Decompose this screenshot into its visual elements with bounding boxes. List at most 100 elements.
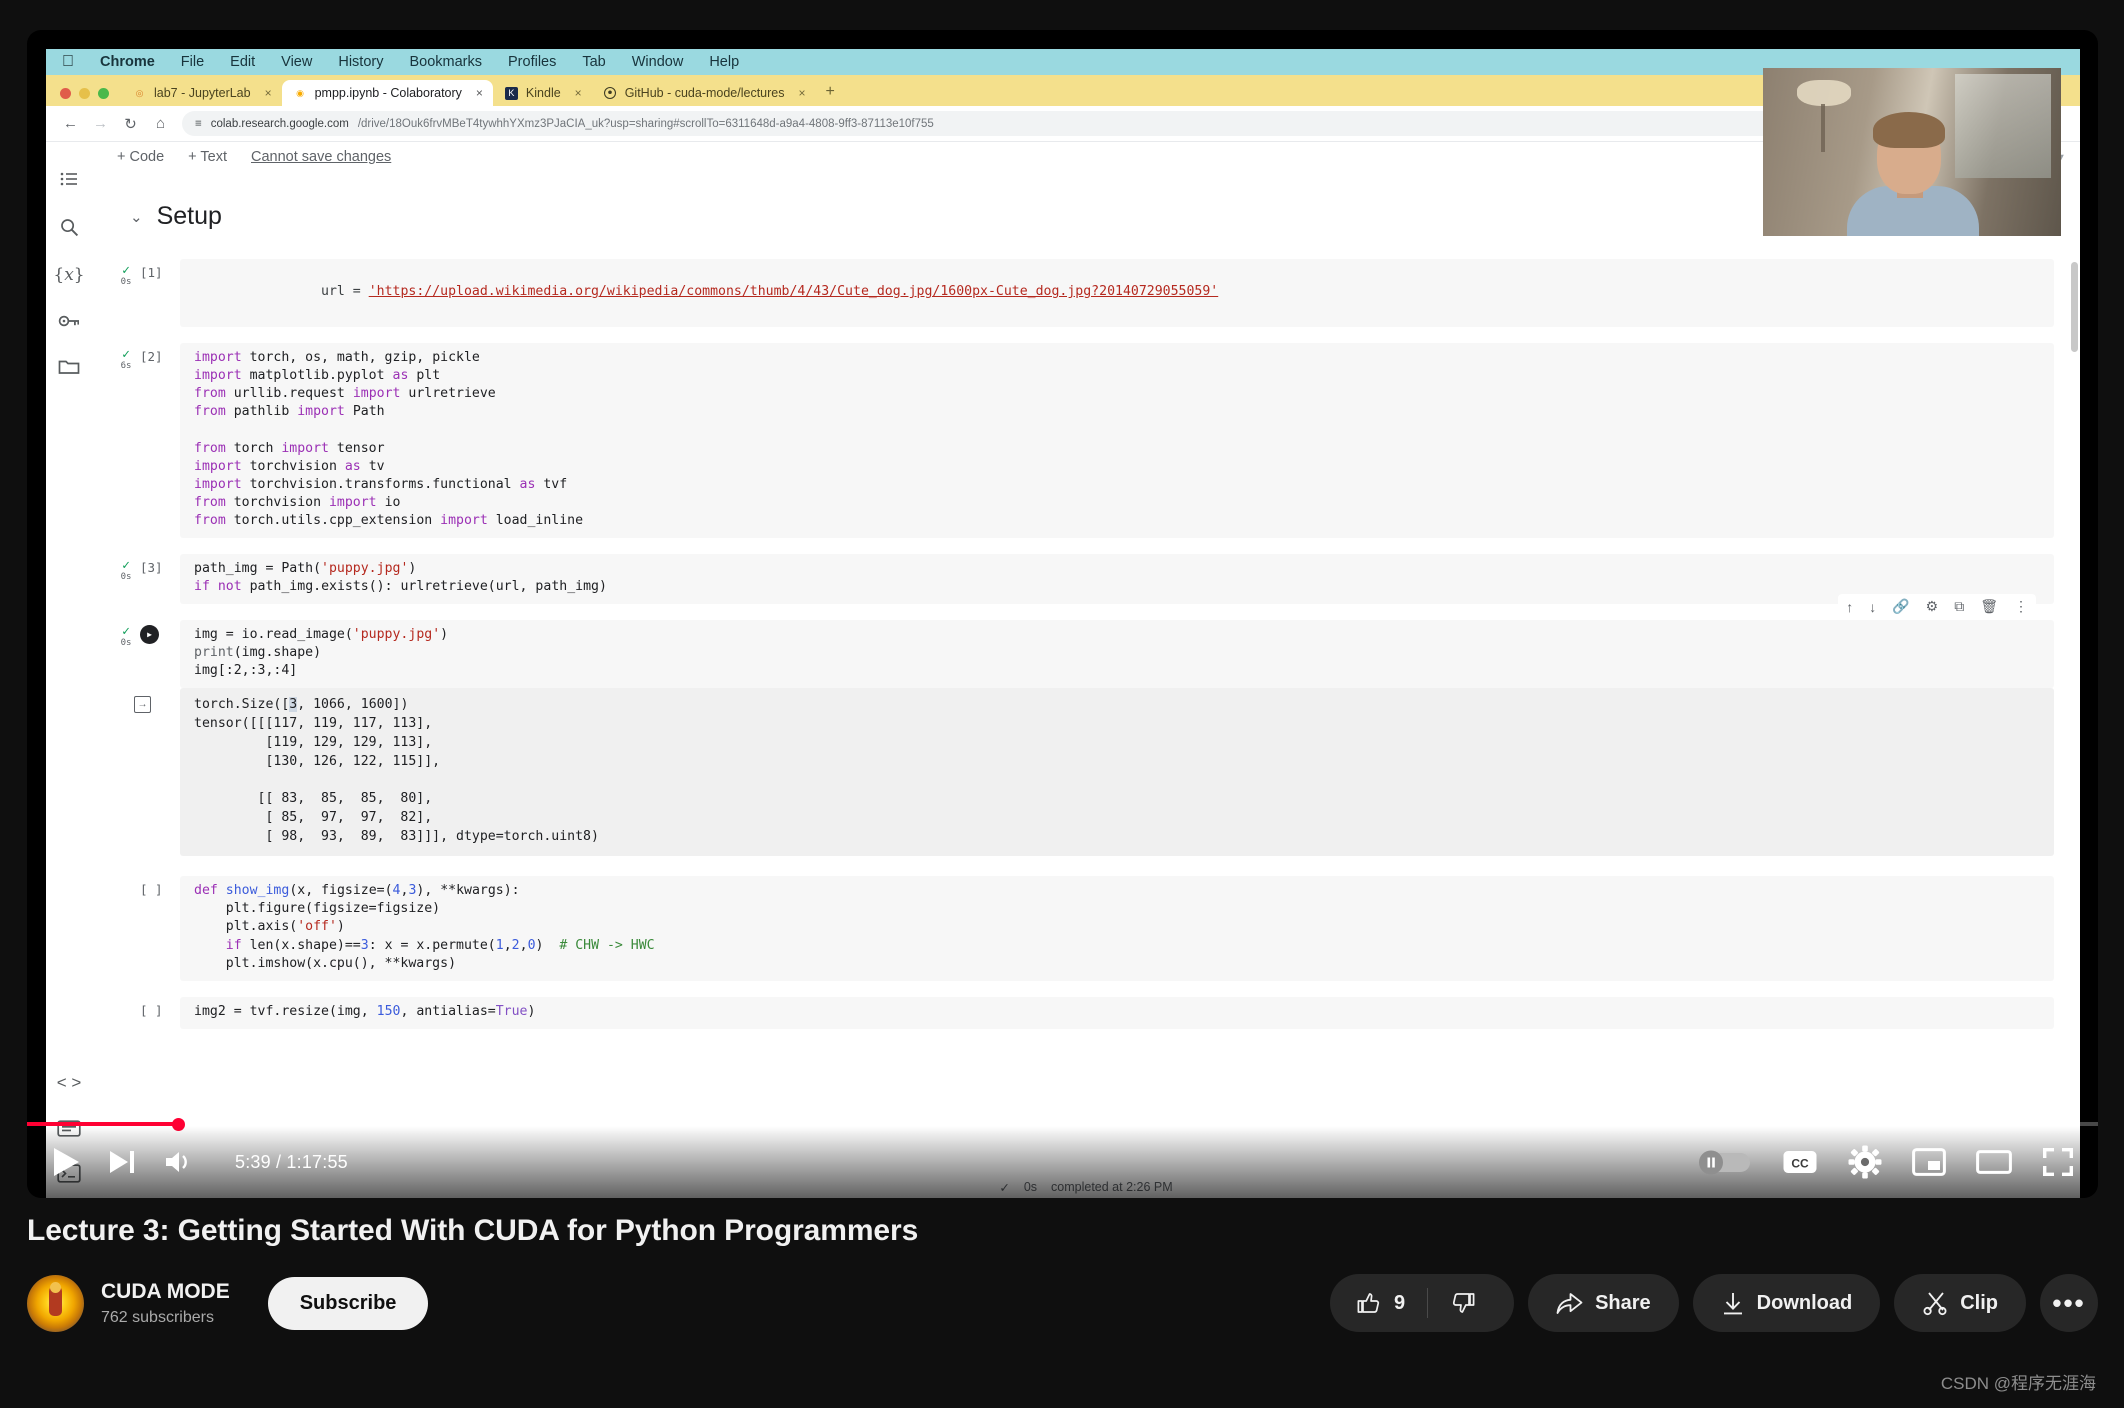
theater-mode-button[interactable] bbox=[1976, 1148, 2012, 1176]
cell-gutter: ✓ 6s [2] bbox=[118, 343, 180, 538]
colab-icon: ◉ bbox=[296, 87, 305, 98]
apple-logo-icon[interactable]:  bbox=[62, 53, 74, 71]
reload-button[interactable]: ↻ bbox=[122, 115, 139, 133]
site-info-icon[interactable]: ≡ bbox=[195, 118, 202, 130]
volume-icon[interactable] bbox=[163, 1147, 195, 1177]
menu-edit[interactable]: Edit bbox=[230, 54, 255, 70]
address-bar[interactable]: ≡ colab.research.google.com/drive/18Ouk6… bbox=[182, 111, 1884, 136]
secrets-key-icon[interactable] bbox=[58, 312, 80, 330]
menu-help[interactable]: Help bbox=[709, 54, 739, 70]
menu-tab[interactable]: Tab bbox=[582, 54, 605, 70]
success-check-icon: ✓ bbox=[122, 347, 130, 363]
url-path: /drive/18Ouk6frvMBeT4tywhhYXmz3PJaCIA_uk… bbox=[357, 117, 934, 130]
clip-button[interactable]: Clip bbox=[1894, 1274, 2026, 1332]
cell-settings-icon[interactable]: ⚙ bbox=[1926, 598, 1939, 615]
channel-name[interactable]: CUDA MODE bbox=[101, 1279, 230, 1305]
close-tab-icon[interactable]: × bbox=[575, 86, 582, 100]
menu-history[interactable]: History bbox=[338, 54, 383, 70]
fullscreen-button[interactable] bbox=[2042, 1147, 2074, 1177]
like-dislike-group: 9 bbox=[1329, 1274, 1515, 1332]
output-gutter: → bbox=[118, 688, 180, 856]
back-button[interactable]: ← bbox=[62, 115, 79, 132]
menu-view[interactable]: View bbox=[281, 54, 312, 70]
close-tab-icon[interactable]: × bbox=[265, 86, 272, 100]
channel-avatar[interactable] bbox=[27, 1274, 84, 1332]
cell-action-toolbar[interactable]: ↑ ↓ 🔗 ⚙ ⧉ 🗑 ⋮ bbox=[1838, 594, 2036, 620]
table-of-contents-icon[interactable] bbox=[59, 170, 79, 190]
menu-bookmarks[interactable]: Bookmarks bbox=[409, 54, 482, 70]
subtitles-cc-button[interactable]: CC bbox=[1782, 1148, 1818, 1176]
run-status[interactable]: ✓ 0s bbox=[118, 559, 134, 582]
save-status-label[interactable]: Cannot save changes bbox=[251, 149, 391, 165]
browser-tab-kindle[interactable]: K Kindle × bbox=[493, 80, 592, 106]
menu-profiles[interactable]: Profiles bbox=[508, 54, 556, 70]
home-button[interactable]: ⌂ bbox=[152, 115, 169, 132]
tab-title: GitHub - cuda-mode/lectures bbox=[624, 86, 785, 100]
add-text-cell-button[interactable]: + Text bbox=[188, 149, 227, 165]
cell-runtime: 0s bbox=[120, 638, 132, 649]
variables-icon[interactable]: {x} bbox=[53, 265, 84, 285]
cell-source[interactable]: img2 = tvf.resize(img, 150, antialias=Tr… bbox=[180, 996, 2054, 1029]
close-tab-icon[interactable]: × bbox=[798, 86, 805, 100]
menu-file[interactable]: File bbox=[181, 54, 204, 70]
run-cell-button[interactable]: ▶ bbox=[140, 625, 159, 645]
new-tab-button[interactable]: + bbox=[816, 83, 845, 106]
menu-chrome[interactable]: Chrome bbox=[100, 54, 155, 70]
move-cell-up-icon[interactable]: ↑ bbox=[1846, 599, 1853, 615]
run-status[interactable]: ✓ 0s bbox=[118, 264, 134, 287]
run-status[interactable]: ✓ 0s bbox=[118, 625, 134, 648]
copy-cell-icon[interactable]: ⧉ bbox=[1954, 598, 1964, 615]
notebook-scroll-area[interactable]: ⌄ Setup ✓ 0s [1] url = 'https://upload.w… bbox=[92, 172, 2080, 1198]
next-video-icon[interactable] bbox=[107, 1147, 137, 1177]
code-cell[interactable]: ✓ 6s [2] import torch, os, math, gzip, p… bbox=[118, 343, 2054, 539]
code-cell[interactable]: [ ] img2 = tvf.resize(img, 150, antialia… bbox=[118, 996, 2054, 1029]
files-folder-icon[interactable] bbox=[58, 357, 80, 375]
download-button[interactable]: Download bbox=[1692, 1274, 1881, 1332]
miniplayer-button[interactable] bbox=[1912, 1148, 1946, 1176]
code-cell[interactable]: ✓ 0s [3] path_img = Path('puppy.jpg') if… bbox=[118, 554, 2054, 605]
subscribe-button[interactable]: Subscribe bbox=[267, 1276, 429, 1330]
search-icon[interactable] bbox=[59, 217, 80, 238]
like-button[interactable]: 9 bbox=[1356, 1290, 1427, 1316]
dislike-button[interactable] bbox=[1428, 1290, 1502, 1316]
code-cell[interactable]: [ ] def show_img(x, figsize=(4,3), **kwa… bbox=[118, 876, 2054, 981]
cell-source[interactable]: img = io.read_image('puppy.jpg') print(i… bbox=[180, 620, 2054, 689]
maximize-window-button[interactable] bbox=[98, 88, 109, 99]
like-count: 9 bbox=[1393, 1291, 1406, 1314]
channel-info[interactable]: CUDA MODE 762 subscribers bbox=[27, 1274, 230, 1332]
add-code-cell-button[interactable]: + Code bbox=[117, 149, 164, 165]
menu-window[interactable]: Window bbox=[632, 54, 684, 70]
cell-source[interactable]: def show_img(x, figsize=(4,3), **kwargs)… bbox=[180, 876, 2054, 981]
share-button[interactable]: Share bbox=[1528, 1274, 1679, 1332]
share-arrow-icon bbox=[1556, 1291, 1583, 1315]
cell-source[interactable]: path_img = Path('puppy.jpg') if not path… bbox=[180, 554, 2054, 605]
code-cell-active[interactable]: ↑ ↓ 🔗 ⚙ ⧉ 🗑 ⋮ ✓ 0s ▶ img = io.read_image… bbox=[118, 594, 2054, 689]
play-icon[interactable] bbox=[51, 1146, 81, 1178]
settings-gear-button[interactable] bbox=[1848, 1145, 1882, 1179]
autoplay-toggle[interactable] bbox=[1698, 1147, 1752, 1177]
cell-runtime: 0s bbox=[120, 572, 132, 583]
close-window-button[interactable] bbox=[60, 88, 71, 99]
more-cell-actions-icon[interactable]: ⋮ bbox=[2014, 598, 2028, 615]
browser-tab-github[interactable]: GitHub - cuda-mode/lectures × bbox=[592, 80, 816, 106]
close-tab-icon[interactable]: × bbox=[476, 86, 483, 100]
cell-source[interactable]: import torch, os, math, gzip, pickle imp… bbox=[180, 343, 2054, 539]
code-cell[interactable]: ✓ 0s [1] url = 'https://upload.wikimedia… bbox=[118, 259, 2054, 328]
link-to-cell-icon[interactable]: 🔗 bbox=[1892, 598, 1909, 615]
window-traffic-lights[interactable] bbox=[46, 88, 121, 106]
svg-text:CC: CC bbox=[1791, 1157, 1809, 1171]
forward-button[interactable]: → bbox=[92, 115, 109, 132]
cell-source[interactable]: url = 'https://upload.wikimedia.org/wiki… bbox=[180, 259, 2054, 328]
run-status[interactable]: ✓ 6s bbox=[118, 348, 134, 371]
delete-cell-icon[interactable]: 🗑 bbox=[1980, 598, 1998, 615]
more-actions-button[interactable]: ••• bbox=[2040, 1274, 2098, 1332]
code-snippets-icon[interactable]: < > bbox=[57, 1073, 82, 1093]
minimize-window-button[interactable] bbox=[79, 88, 90, 99]
browser-tab-colab[interactable]: ◉ pmpp.ipynb - Colaboratory × bbox=[281, 80, 493, 106]
browser-tab-jupyterlab[interactable]: ◎ lab7 - JupyterLab × bbox=[121, 80, 282, 106]
notebook-scrollbar[interactable] bbox=[2071, 262, 2078, 352]
video-title: Lecture 3: Getting Started With CUDA for… bbox=[27, 1214, 919, 1247]
video-player[interactable]:  Chrome File Edit View History Bookmark… bbox=[27, 30, 2098, 1198]
chevron-down-icon[interactable]: ⌄ bbox=[130, 208, 143, 226]
move-cell-down-icon[interactable]: ↓ bbox=[1869, 599, 1876, 615]
